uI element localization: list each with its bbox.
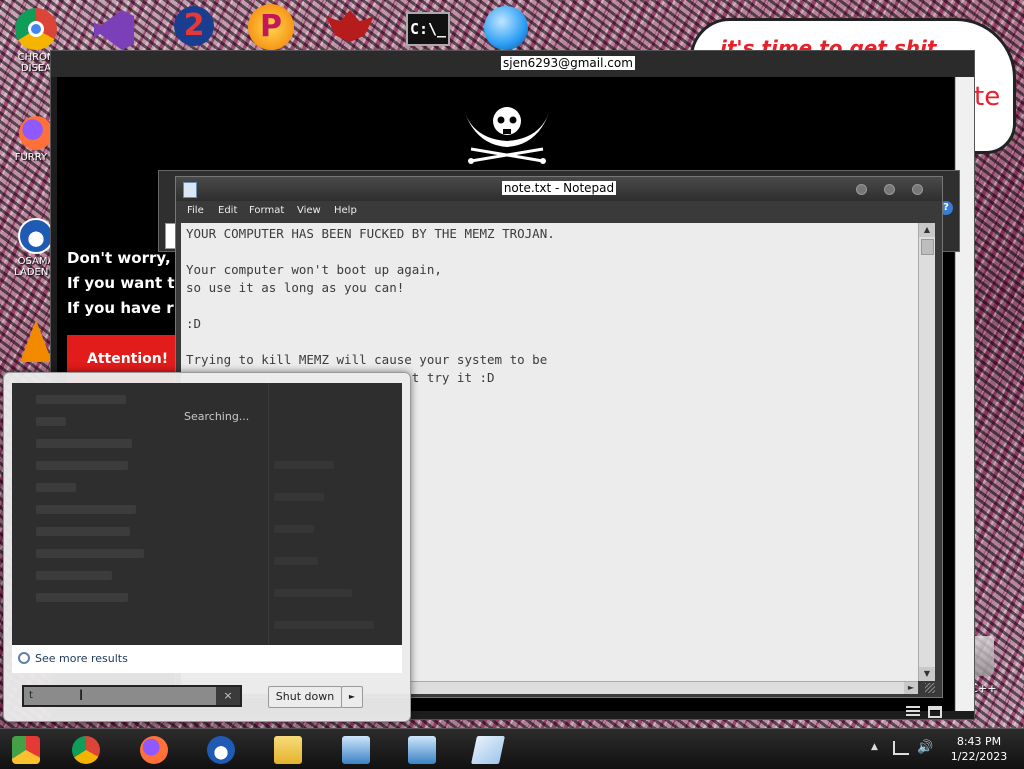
minimize-button[interactable]: [856, 184, 867, 195]
top-icon-globe[interactable]: [484, 6, 532, 52]
taskbar-network-1[interactable]: [330, 732, 384, 766]
shutdown-button[interactable]: Shut down: [268, 686, 342, 708]
vertical-scrollbar[interactable]: ▲ ▼: [918, 223, 935, 681]
number-two-icon: 2: [174, 6, 214, 46]
clock-time: 8:43 PM: [956, 735, 1002, 748]
list-view-icon[interactable]: [906, 706, 920, 718]
skull-crossbones-icon: [465, 107, 549, 164]
search-icon: [18, 652, 30, 664]
clear-search-button[interactable]: ×: [216, 687, 240, 705]
top-icon-red-logo[interactable]: [326, 10, 376, 50]
ghost-item: [274, 461, 334, 469]
chrome-icon: [15, 8, 57, 50]
letter-p-icon: P: [248, 4, 294, 50]
show-hidden-icons[interactable]: ▲: [871, 742, 878, 752]
ghost-item: [36, 461, 128, 470]
volume-icon[interactable]: 🔊: [917, 740, 933, 755]
red-bat-icon: [326, 10, 374, 42]
folder-icon: [274, 736, 302, 764]
menu-help[interactable]: Help: [334, 205, 357, 216]
command-prompt-icon: C:\_: [406, 12, 450, 46]
scroll-thumb[interactable]: [921, 239, 934, 255]
ghost-item: [274, 525, 314, 533]
menu-view[interactable]: View: [297, 205, 321, 216]
search-input-value: t: [29, 690, 33, 701]
top-icon-2[interactable]: 2: [174, 6, 218, 50]
taskbar-firefox[interactable]: [128, 732, 182, 766]
resize-grip[interactable]: [925, 683, 935, 693]
menu-file[interactable]: File: [187, 205, 204, 216]
start-menu-divider: [268, 383, 269, 645]
text-cursor-icon: I: [79, 688, 84, 704]
ransom-titlebar[interactable]: sjen6293@gmail.com: [51, 51, 974, 77]
taskbar-chrome-alt[interactable]: [0, 732, 54, 766]
searching-status: Searching...: [184, 410, 250, 423]
menu-format[interactable]: Format: [249, 205, 284, 216]
ghost-item: [36, 527, 130, 536]
taskbar-obama[interactable]: [195, 732, 249, 766]
taskbar-chrome[interactable]: [60, 732, 114, 766]
taskbar: ▲ 🔊 8:43 PM 1/22/2023: [0, 728, 1024, 769]
menu-edit[interactable]: Edit: [218, 205, 237, 216]
top-icon-visual-studio[interactable]: [94, 10, 140, 52]
firefox-icon: [19, 116, 53, 150]
notepad-icon: [471, 736, 505, 764]
attention-text: Attention!: [87, 351, 169, 367]
scroll-down-icon[interactable]: ▼: [919, 667, 935, 681]
maximize-button[interactable]: [884, 184, 895, 195]
ghost-item: [36, 549, 144, 558]
network-computer-icon: [408, 736, 436, 764]
notepad-menubar: File Edit Format View Help: [176, 203, 942, 221]
clock[interactable]: 8:43 PM 1/22/2023: [946, 734, 1012, 764]
network-icon[interactable]: [893, 741, 909, 755]
scroll-up-icon[interactable]: ▲: [919, 223, 935, 237]
ransom-line: If you want t: [67, 274, 175, 292]
close-button[interactable]: [912, 184, 923, 195]
ghost-item: [274, 557, 318, 565]
notepad-title: note.txt - Notepad: [501, 181, 617, 195]
start-menu: Searching... See more results t I × Shut…: [3, 372, 411, 722]
speech-bubble-fragment: te: [974, 82, 1001, 112]
ransom-line: Don't worry,: [67, 249, 171, 267]
taskbar-network-2[interactable]: [396, 732, 450, 766]
visual-studio-icon: [94, 10, 134, 50]
ghost-item: [36, 593, 128, 602]
network-computer-icon: [342, 736, 370, 764]
globe-icon: [484, 6, 528, 50]
scroll-right-icon[interactable]: ►: [904, 682, 918, 694]
window-icon[interactable]: [928, 706, 942, 718]
clock-date: 1/22/2023: [950, 750, 1008, 763]
see-more-results[interactable]: See more results: [12, 645, 402, 673]
start-search-input[interactable]: t I ×: [22, 685, 242, 707]
ghost-item: [36, 395, 126, 404]
obama-logo-icon: [207, 736, 235, 764]
notepad-text: YOUR COMPUTER HAS BEEN FUCKED BY THE MEM…: [186, 226, 555, 385]
top-icon-p[interactable]: P: [248, 4, 298, 54]
ghost-item: [36, 505, 136, 514]
firefox-icon: [140, 736, 168, 764]
desktop-icon-label: CHRON DISEA: [17, 52, 55, 74]
ghost-item: [274, 493, 324, 501]
vlc-cone-icon: [20, 320, 52, 362]
ghost-item: [36, 439, 132, 448]
ghost-item: [274, 589, 352, 597]
ghost-item: [36, 483, 76, 492]
shutdown-options-button[interactable]: ►: [341, 686, 363, 708]
notepad-titlebar[interactable]: note.txt - Notepad: [176, 177, 942, 201]
ransom-window-title: sjen6293@gmail.com: [501, 56, 635, 70]
taskbar-notepad[interactable]: [462, 732, 516, 766]
window-status-icons: [906, 704, 946, 720]
taskbar-explorer[interactable]: [262, 732, 316, 766]
top-icon-cmd[interactable]: C:\_: [406, 12, 452, 50]
ghost-item: [36, 417, 66, 426]
ghost-item: [36, 571, 112, 580]
see-more-results-label[interactable]: See more results: [35, 652, 128, 665]
chrome-icon: [72, 736, 100, 764]
chrome-alt-icon: [12, 736, 40, 764]
obama-logo-icon: [18, 218, 54, 254]
ransom-line: If you have r: [67, 299, 174, 317]
start-menu-results: Searching...: [12, 383, 402, 645]
ghost-item: [274, 621, 374, 629]
